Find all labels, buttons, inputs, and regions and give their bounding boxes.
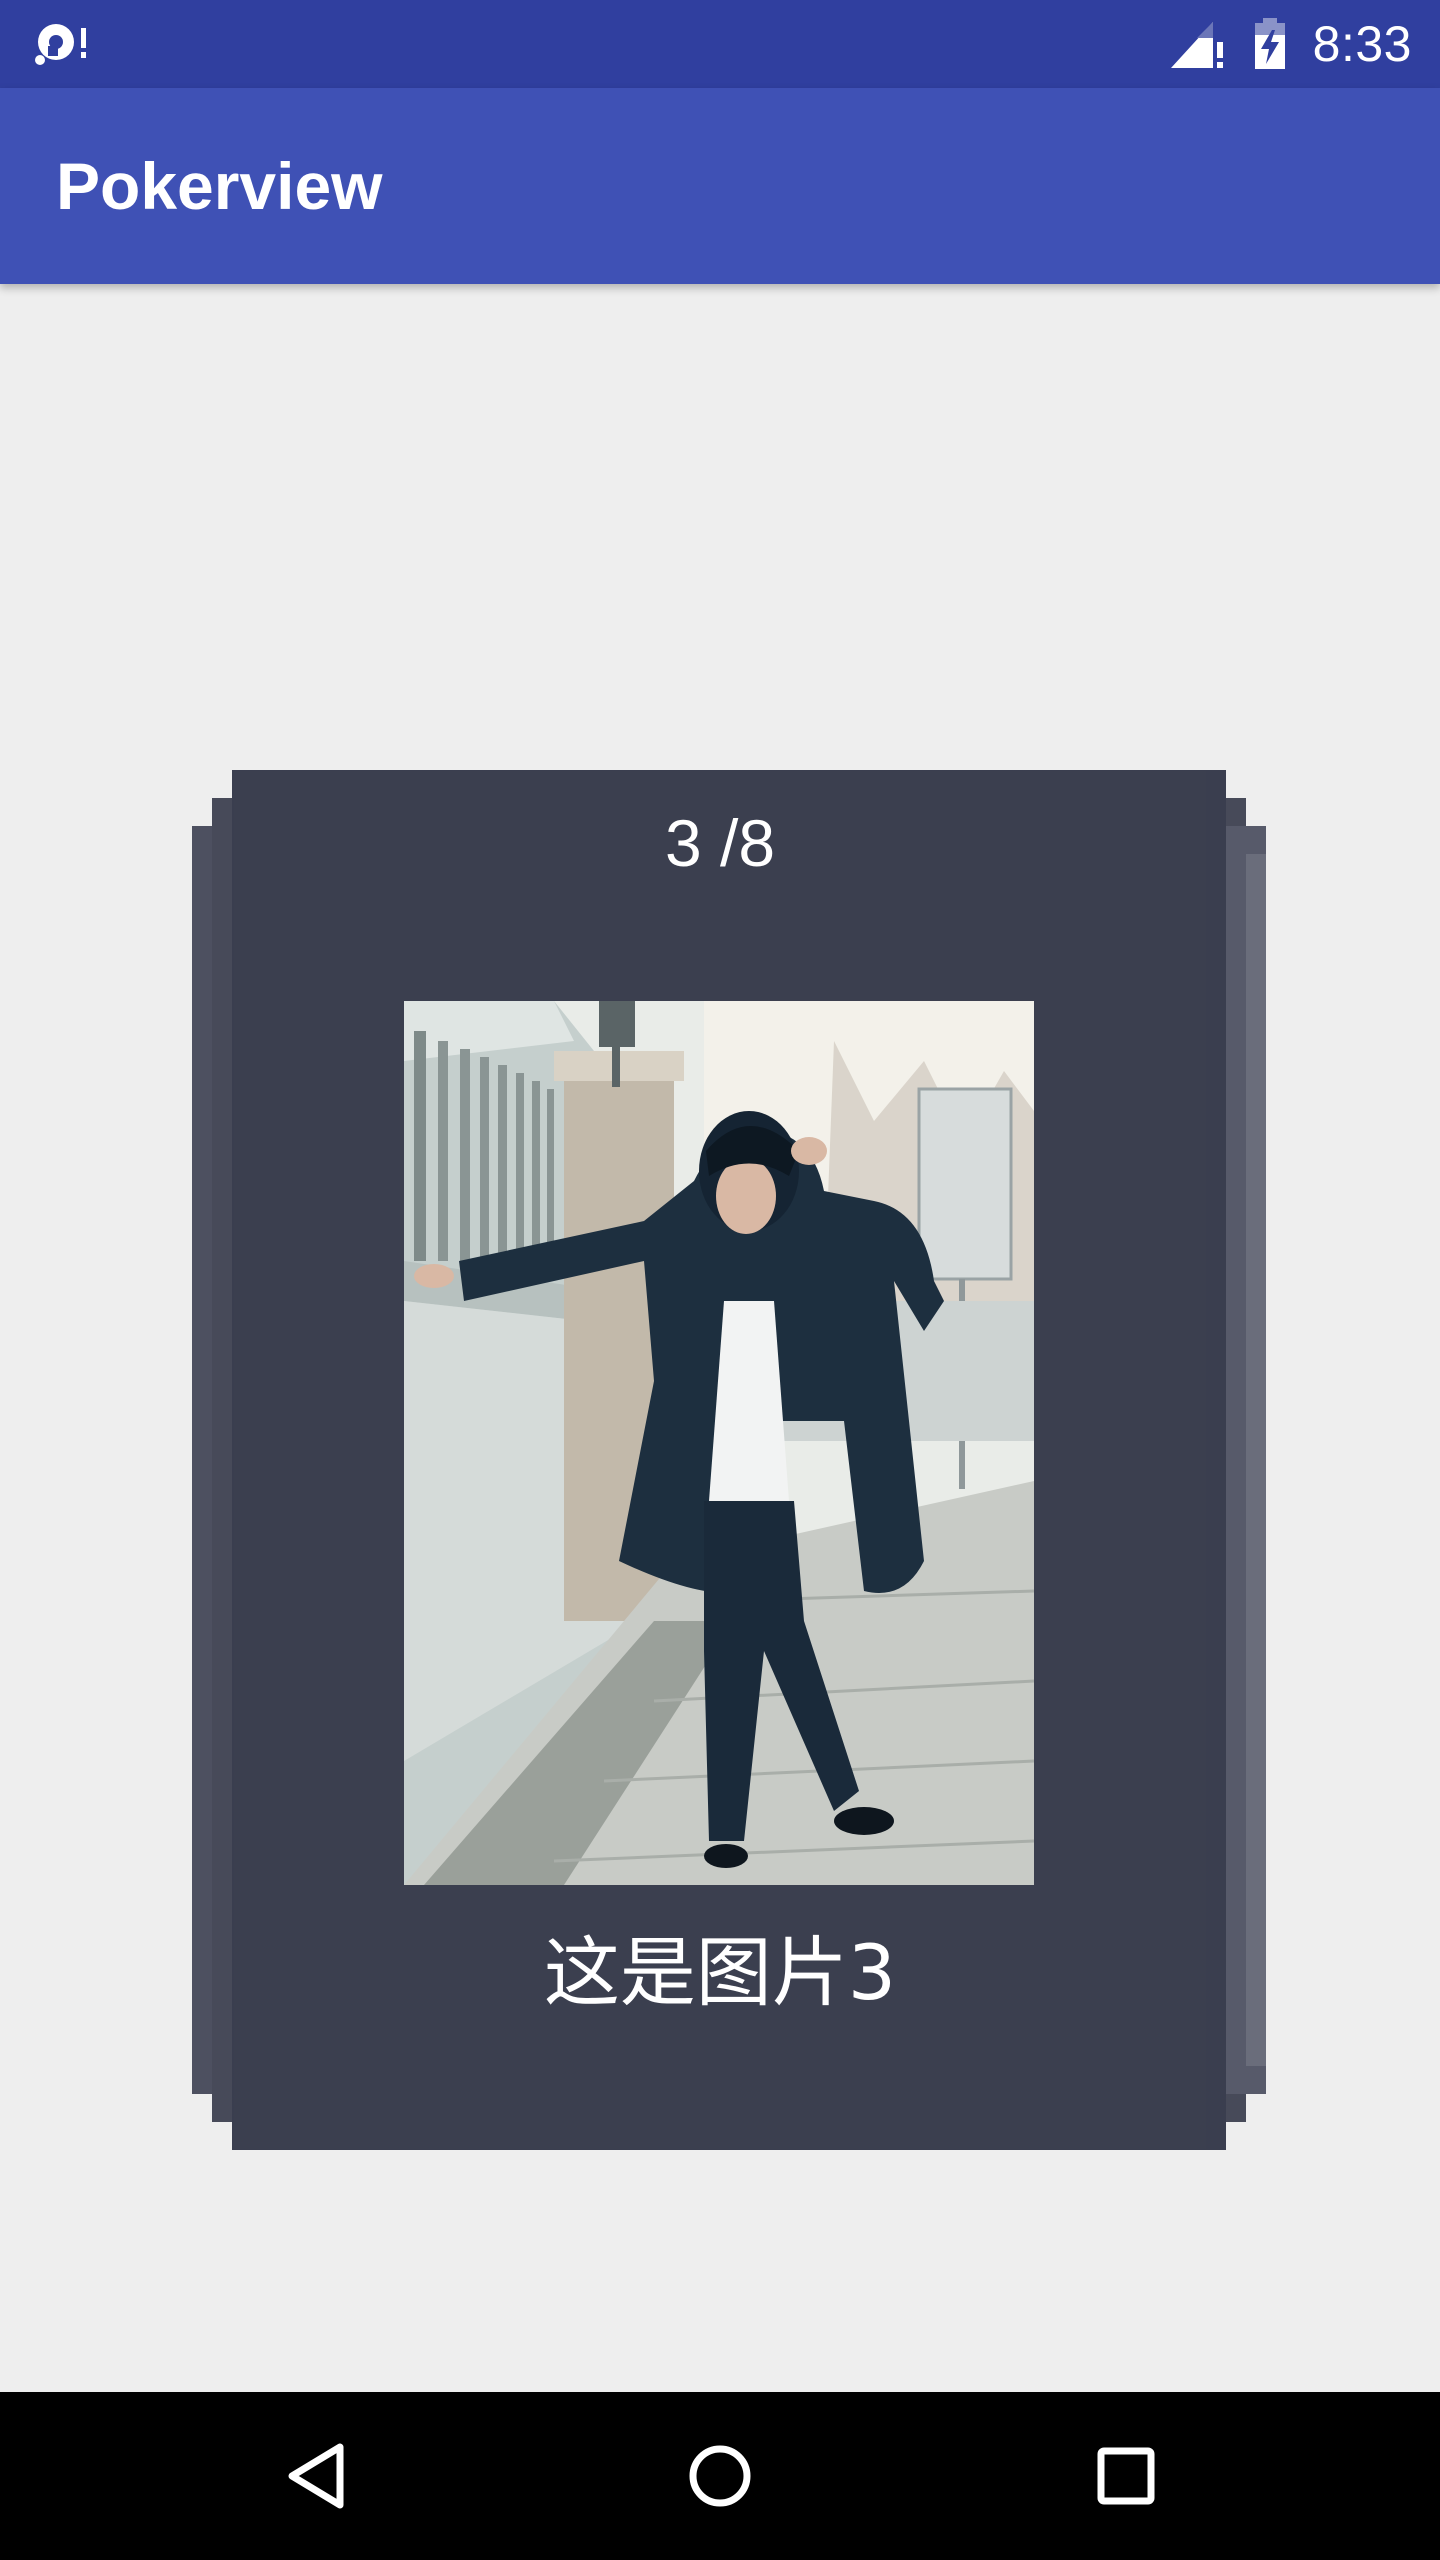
card-photo — [404, 1001, 1034, 1885]
signal-no-data-icon — [1170, 22, 1223, 68]
stacked-card-edge-outer — [1246, 854, 1266, 2066]
card-caption: 这是图片3 — [543, 1928, 897, 2017]
recents-square-icon — [1097, 2447, 1155, 2505]
sync-disabled-icon — [35, 24, 86, 65]
recents-button[interactable] — [1082, 2432, 1170, 2520]
app-title: Pokerview — [56, 149, 383, 223]
status-bar: 8:33 — [0, 0, 1440, 88]
app-bar: Pokerview — [0, 88, 1440, 284]
photo-illustration — [404, 1001, 1034, 1885]
back-triangle-icon — [288, 2443, 344, 2509]
home-circle-icon — [689, 2445, 751, 2507]
status-time: 8:33 — [1312, 16, 1412, 72]
battery-charging-icon — [1254, 18, 1285, 69]
back-button[interactable] — [272, 2432, 360, 2520]
navigation-bar — [0, 2392, 1440, 2560]
home-button[interactable] — [676, 2432, 764, 2520]
poker-card[interactable]: 3 /8 这是图片3 — [234, 771, 1206, 2149]
card-counter: 3 /8 — [664, 806, 776, 880]
